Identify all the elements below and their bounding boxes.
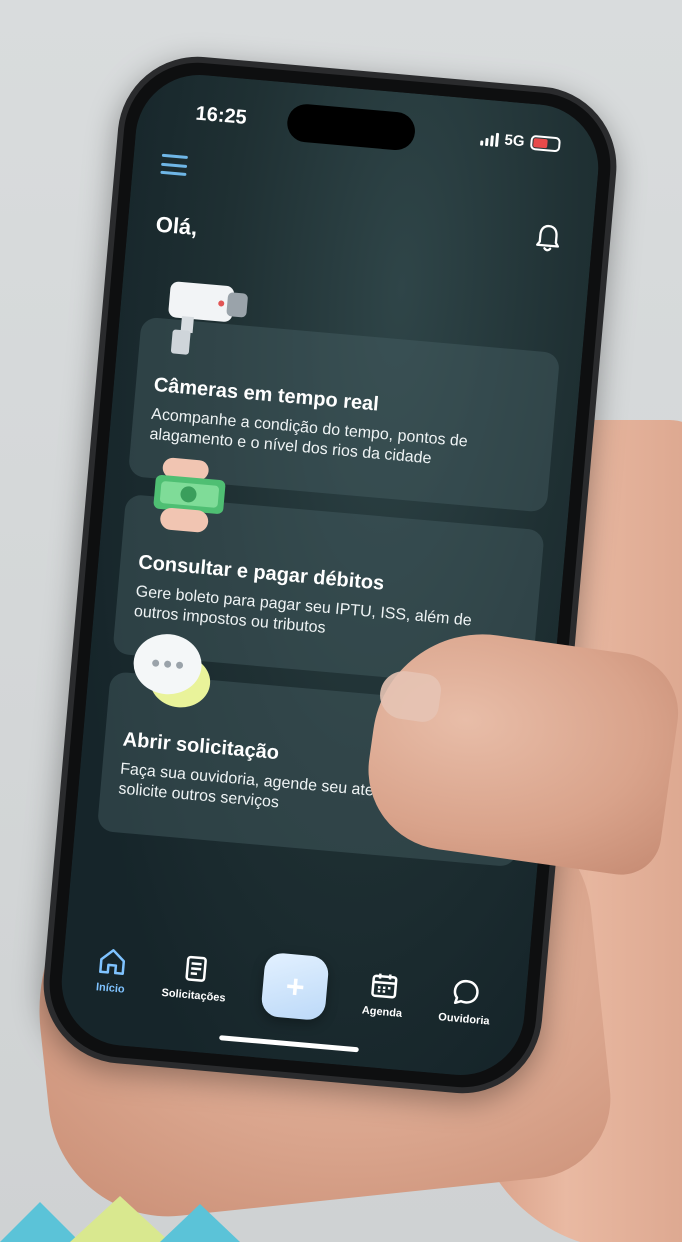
signal-icon	[480, 131, 500, 147]
calendar-icon	[371, 973, 398, 999]
home-icon	[99, 949, 126, 975]
decorative-shapes	[0, 1196, 240, 1242]
bell-icon[interactable]	[533, 223, 564, 255]
hamburger-menu-icon[interactable]	[160, 153, 188, 176]
tab-label: Início	[95, 981, 126, 996]
network-label: 5G	[503, 131, 526, 151]
battery-icon	[529, 134, 562, 153]
document-icon	[185, 955, 207, 982]
payment-icon	[153, 457, 226, 533]
phone: 16:25 5G Olá, Câmeras em tempo real Acom…	[36, 50, 624, 1100]
tab-solicitacoes[interactable]: Solicitações	[161, 951, 229, 1004]
status-indicators: 5G	[480, 129, 562, 153]
status-time: 16:25	[194, 102, 248, 129]
tab-label: Ouvidoria	[437, 1011, 490, 1028]
dynamic-island	[285, 102, 417, 152]
plus-icon: +	[284, 967, 307, 1005]
tab-label: Solicitações	[161, 986, 227, 1005]
tab-ouvidoria[interactable]: Ouvidoria	[437, 975, 493, 1028]
tab-agenda[interactable]: Agenda	[361, 969, 405, 1020]
tab-inicio[interactable]: Início	[95, 945, 129, 996]
tab-label: Agenda	[361, 1004, 403, 1020]
new-request-button[interactable]: +	[260, 951, 330, 1022]
phone-screen: 16:25 5G Olá, Câmeras em tempo real Acom…	[56, 69, 604, 1081]
camera-icon	[168, 281, 248, 355]
greeting: Olá,	[154, 211, 199, 241]
chat-bubble-icon	[133, 634, 211, 708]
chat-icon	[453, 980, 479, 1005]
